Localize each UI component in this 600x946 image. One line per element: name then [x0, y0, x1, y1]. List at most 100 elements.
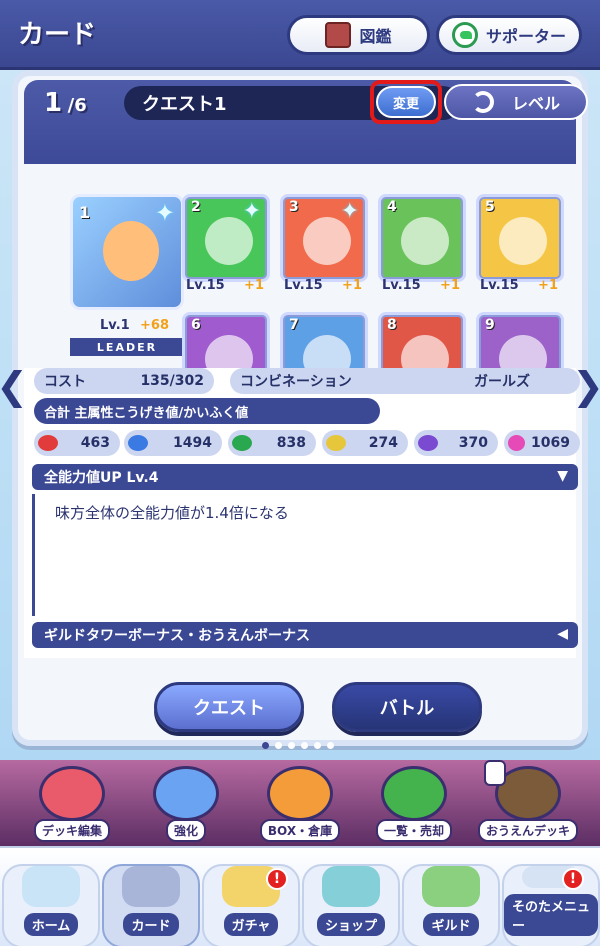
page-dot-active: [262, 742, 269, 749]
deck-action[interactable]: デッキ編集: [18, 766, 126, 842]
card-index: 9: [485, 317, 495, 333]
leader-skill-description: 味方全体の全能力値が1.4倍になる: [32, 494, 578, 616]
leader-skill-title: 全能力値UP Lv.4: [44, 470, 159, 486]
leader-bonus: +68: [140, 318, 169, 333]
card-frame: 2 ✦: [182, 194, 270, 282]
page-dot: [301, 742, 308, 749]
encyclopedia-button[interactable]: 図鑑: [287, 15, 430, 55]
level-sort-button[interactable]: レベル: [444, 84, 588, 120]
combination-label: コンビネーション: [240, 374, 352, 390]
card-index: 8: [387, 317, 397, 333]
card-level: Lv.15: [480, 278, 519, 293]
leader-level: Lv.1: [100, 318, 130, 333]
deck-page-current: 1: [44, 88, 63, 118]
nav-tab[interactable]: ギルド: [402, 864, 500, 946]
refresh-icon: [471, 91, 494, 113]
card-index: 5: [485, 199, 495, 215]
puyo-icon: [232, 435, 252, 451]
deck-card[interactable]: 4 Lv.15 +1: [378, 194, 466, 296]
combination-value: ガールズ: [474, 374, 530, 390]
card-bonus: +1: [538, 278, 558, 293]
sparkle-icon: ✦: [242, 199, 261, 224]
bonus-title: ギルドタワーボーナス・おうえんボーナス: [44, 628, 310, 644]
puyo-icon: [38, 435, 58, 451]
action-label: デッキ編集: [33, 819, 110, 842]
tab-label: ショップ: [316, 913, 385, 936]
battle-button[interactable]: バトル: [332, 682, 482, 732]
total-stats-label: 合計 主属性こうげき値/かいふく値: [34, 398, 380, 424]
card-index: 4: [387, 199, 397, 215]
nav-tab[interactable]: カード: [102, 864, 200, 946]
tab-icon: [22, 866, 80, 907]
page-dot: [275, 742, 282, 749]
action-label: 強化: [165, 819, 206, 842]
card-index: 2: [191, 199, 201, 215]
nav-tab[interactable]: そのたメニュー: [502, 864, 600, 946]
action-icon: [153, 766, 219, 821]
tab-label: ガチャ: [223, 913, 279, 936]
card-portrait: [499, 217, 547, 265]
deck-card[interactable]: 2 ✦ Lv.15 +1: [182, 194, 270, 296]
deck-action[interactable]: 強化: [132, 766, 240, 842]
nav-tab[interactable]: ショップ: [302, 864, 400, 946]
card-level: Lv.15: [382, 278, 421, 293]
attribute-stat: 838: [228, 430, 316, 456]
card-index: 6: [191, 317, 201, 333]
attribute-value: 1494: [173, 435, 212, 451]
page-dot: [288, 742, 295, 749]
attribute-stat: 370: [414, 430, 498, 456]
page-dot: [314, 742, 321, 749]
page-dot: [327, 742, 334, 749]
quest-button[interactable]: クエスト: [154, 682, 304, 732]
puyo-icon: [508, 435, 526, 451]
supporter-label: サポーター: [485, 27, 566, 46]
tab-icon: [122, 866, 180, 907]
cost-value: 135/302: [140, 373, 204, 389]
leader-skill-bar[interactable]: 全能力値UP Lv.4 ▼: [32, 464, 578, 490]
book-icon: [325, 22, 352, 48]
action-icon: [39, 766, 105, 821]
action-icon: [267, 766, 333, 821]
leader-frame: 1 ✦: [70, 194, 184, 310]
deck-action-bar: デッキ編集 強化 BOX・倉庫 一覧・売却 おうえんデッキ: [0, 760, 600, 846]
card-portrait: [401, 217, 449, 265]
leader-portrait: [103, 221, 159, 281]
lock-icon: [484, 760, 506, 786]
expand-icon: ◀: [557, 626, 568, 642]
bonus-bar[interactable]: ギルドタワーボーナス・おうえんボーナス ◀: [32, 622, 578, 648]
card-frame: 5: [476, 194, 564, 282]
gacha-alert-badge: !: [266, 868, 288, 890]
nav-tab[interactable]: ホーム: [2, 864, 100, 946]
supporter-button[interactable]: サポーター: [436, 15, 582, 55]
deck-page-total: /6: [67, 95, 87, 116]
tab-label: そのたメニュー: [504, 894, 598, 936]
attribute-value: 274: [368, 435, 398, 451]
deck-card[interactable]: 5 Lv.15 +1: [476, 194, 564, 296]
action-label: BOX・倉庫: [259, 819, 341, 842]
next-deck-arrow[interactable]: ❯: [572, 356, 600, 416]
deck-page-indicator: 1 /6: [44, 88, 87, 118]
action-icon: [381, 766, 447, 821]
previous-deck-arrow[interactable]: ❮: [0, 356, 28, 416]
card-index: 7: [289, 317, 299, 333]
attribute-value: 838: [276, 435, 306, 451]
card-portrait: [205, 217, 253, 265]
card-frame: 4: [378, 194, 466, 282]
deck-panel: 1 /6 クエスト1 変更 レベル 1 ✦ Lv.1 +68 LEADER 2 ✦…: [12, 70, 588, 746]
tab-icon: [322, 866, 380, 907]
leader-card[interactable]: 1 ✦ Lv.1 +68 LEADER: [70, 194, 192, 356]
cost-pill: コスト 135/302: [34, 368, 214, 394]
puyo-icon: [418, 435, 438, 451]
change-deck-name-button[interactable]: 変更: [376, 86, 436, 118]
encyclopedia-label: 図鑑: [359, 27, 392, 46]
puyo-icon: [326, 435, 346, 451]
deck-action[interactable]: 一覧・売却: [360, 766, 468, 842]
deck-card[interactable]: 3 ✦ Lv.15 +1: [280, 194, 368, 296]
menu-alert-badge: !: [562, 868, 584, 890]
deck-action[interactable]: BOX・倉庫: [246, 766, 354, 842]
tab-label: ギルド: [423, 913, 479, 936]
card-level: Lv.15: [186, 278, 225, 293]
action-label: 一覧・売却: [375, 819, 452, 842]
card-portrait: [303, 217, 351, 265]
card-level: Lv.15: [284, 278, 323, 293]
